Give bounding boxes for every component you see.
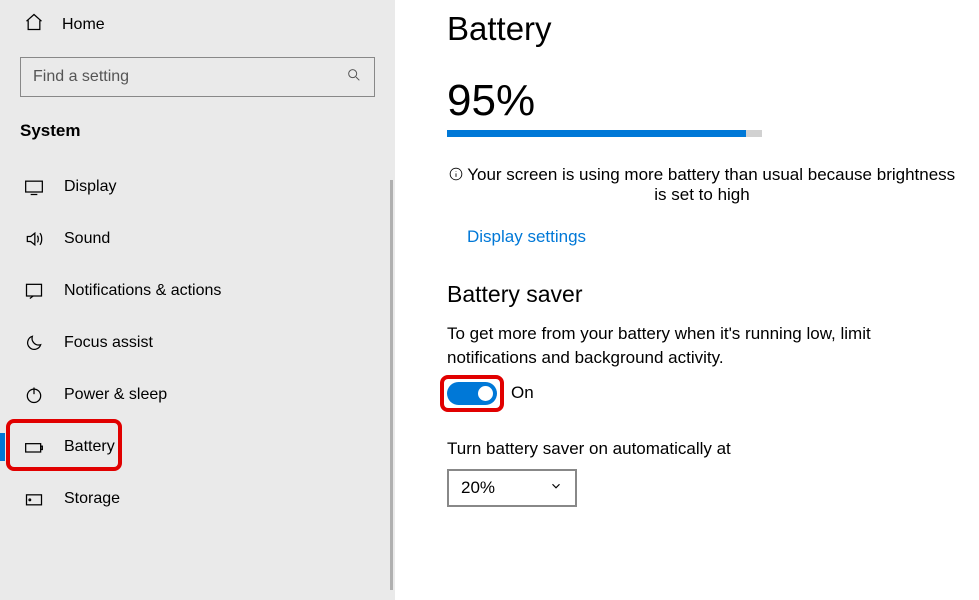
main-content: Battery 95% Your screen is using more ba… <box>395 0 979 600</box>
sidebar-item-sound[interactable]: Sound <box>0 213 395 265</box>
battery-saver-title: Battery saver <box>447 281 979 308</box>
sidebar-item-power-sleep[interactable]: Power & sleep <box>0 369 395 421</box>
highlight-annotation <box>440 375 504 412</box>
chevron-down-icon <box>549 478 563 498</box>
display-settings-link[interactable]: Display settings <box>467 227 586 247</box>
auto-on-dropdown[interactable]: 20% <box>447 469 577 507</box>
battery-info-row: Your screen is using more battery than u… <box>447 165 957 205</box>
sidebar-item-label: Power & sleep <box>64 386 167 404</box>
settings-sidebar: Home System Display Sound Notifications … <box>0 0 395 600</box>
sidebar-item-label: Display <box>64 178 116 196</box>
home-label: Home <box>62 16 105 34</box>
auto-on-label: Turn battery saver on automatically at <box>447 439 979 459</box>
power-icon <box>24 385 44 405</box>
sidebar-item-battery[interactable]: Battery <box>0 421 395 473</box>
sidebar-item-display[interactable]: Display <box>0 161 395 213</box>
sidebar-item-notifications[interactable]: Notifications & actions <box>0 265 395 317</box>
sidebar-item-label: Notifications & actions <box>64 282 221 300</box>
moon-icon <box>24 333 44 353</box>
search-input[interactable] <box>33 68 346 86</box>
notifications-icon <box>24 281 44 301</box>
battery-percent: 95% <box>447 76 979 126</box>
sidebar-item-label: Storage <box>64 490 120 508</box>
category-label: System <box>0 115 395 161</box>
home-nav[interactable]: Home <box>0 0 395 49</box>
battery-info-text: Your screen is using more battery than u… <box>467 165 955 204</box>
search-icon <box>346 67 362 88</box>
info-icon <box>449 165 467 184</box>
battery-progress-fill <box>447 130 746 137</box>
sidebar-item-label: Focus assist <box>64 334 153 352</box>
toggle-state-label: On <box>511 383 534 403</box>
storage-icon <box>24 489 44 509</box>
dropdown-value: 20% <box>461 478 495 498</box>
nav-list: Display Sound Notifications & actions Fo… <box>0 161 395 525</box>
battery-progress-bar <box>447 130 762 137</box>
highlight-annotation <box>6 419 122 471</box>
battery-saver-desc: To get more from your battery when it's … <box>447 322 957 370</box>
scrollbar[interactable] <box>390 180 393 590</box>
sound-icon <box>24 229 44 249</box>
sidebar-item-label: Sound <box>64 230 110 248</box>
battery-saver-toggle-row: On <box>447 382 979 405</box>
monitor-icon <box>24 177 44 197</box>
sidebar-item-storage[interactable]: Storage <box>0 473 395 525</box>
page-title: Battery <box>447 10 979 48</box>
search-box[interactable] <box>20 57 375 97</box>
home-icon <box>24 12 44 37</box>
sidebar-item-focus-assist[interactable]: Focus assist <box>0 317 395 369</box>
